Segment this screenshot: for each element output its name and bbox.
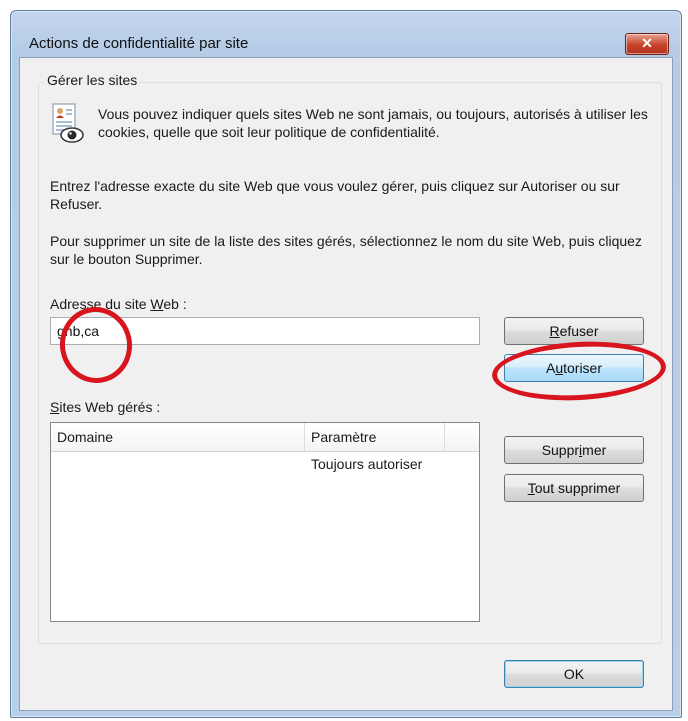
delete-all-button[interactable]: Tout supprimer xyxy=(504,474,644,502)
ok-button[interactable]: OK xyxy=(504,660,644,688)
managed-sites-label: Sites Web gérés : xyxy=(50,399,161,415)
column-header-filler xyxy=(445,423,479,451)
allow-button[interactable]: Autoriser xyxy=(504,354,644,382)
list-item-setting: Toujours autoriser xyxy=(311,456,423,472)
close-button[interactable]: ✕ xyxy=(625,33,669,55)
delete-button[interactable]: Supprimer xyxy=(504,436,644,464)
title-bar: Actions de confidentialité par site ✕ xyxy=(11,11,681,57)
column-header-domain[interactable]: Domaine xyxy=(51,423,305,451)
address-label: Adresse du site Web : xyxy=(50,296,187,312)
intro-text: Vous pouvez indiquer quels sites Web ne … xyxy=(98,106,648,140)
dialog-client-area: Gérer les sites Vous pouvez indiquer que… xyxy=(19,57,673,711)
privacy-document-eye-icon xyxy=(52,103,84,143)
privacy-dialog-window: Actions de confidentialité par site ✕ Gé… xyxy=(10,10,682,718)
remove-instructions: Pour supprimer un site de la liste des s… xyxy=(50,233,642,267)
managed-sites-list[interactable]: Domaine Paramètre Toujours autoriser xyxy=(50,422,480,622)
refuse-button[interactable]: Refuser xyxy=(504,317,644,345)
list-header: Domaine Paramètre xyxy=(51,423,479,452)
website-address-input[interactable] xyxy=(50,317,480,345)
group-title: Gérer les sites xyxy=(44,72,141,88)
add-instructions: Entrez l'adresse exacte du site Web que … xyxy=(50,178,620,212)
list-item[interactable]: Toujours autoriser xyxy=(51,453,479,475)
close-icon: ✕ xyxy=(641,35,653,51)
dialog-title: Actions de confidentialité par site xyxy=(29,35,249,52)
column-header-setting[interactable]: Paramètre xyxy=(305,423,445,451)
